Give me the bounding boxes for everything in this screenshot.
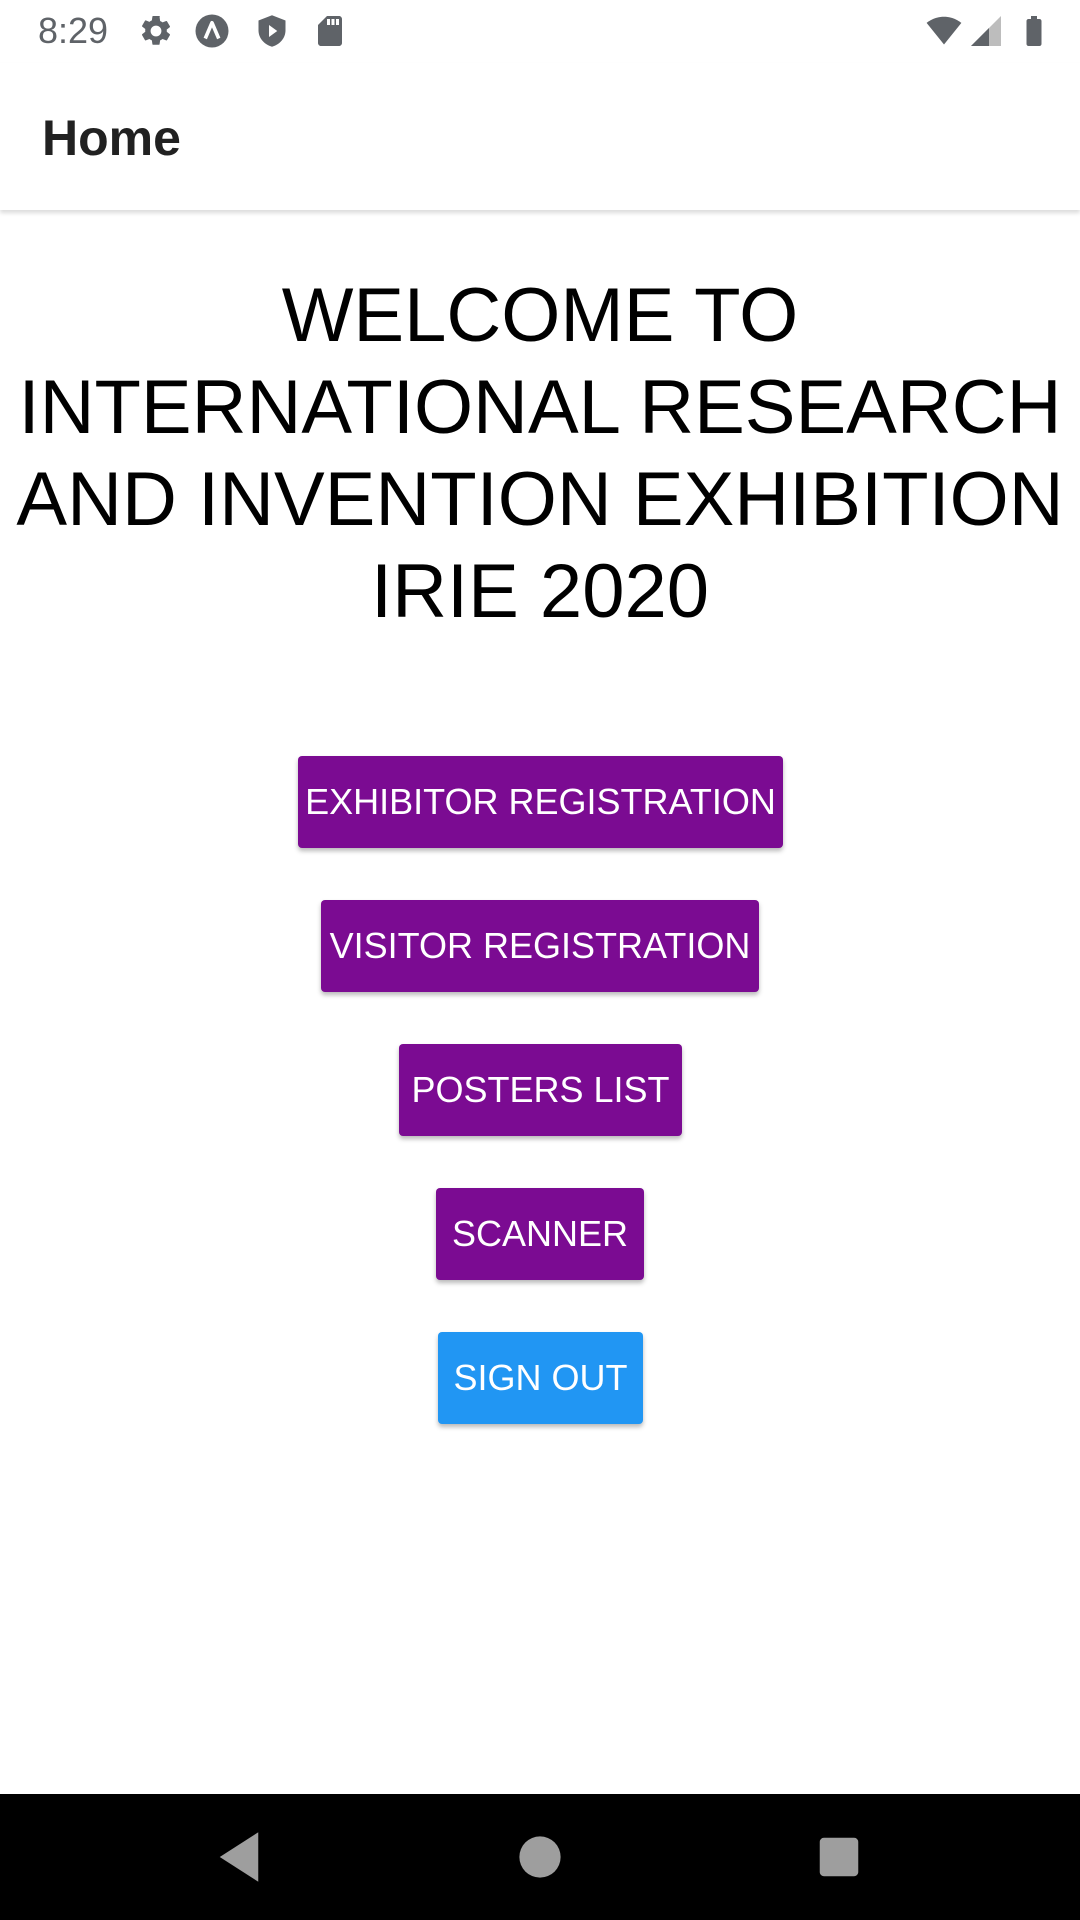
exhibitor-registration-button[interactable]: EXHIBITOR REGISTRATION bbox=[298, 756, 783, 848]
screen: 8:29 Home WELCOME TO INTERNATIONAL RESEA… bbox=[0, 0, 1080, 1920]
posters-list-button[interactable]: POSTERS LIST bbox=[399, 1044, 682, 1136]
visitor-registration-button[interactable]: VISITOR REGISTRATION bbox=[321, 900, 759, 992]
launcher-icon bbox=[195, 14, 229, 48]
shield-play-icon bbox=[258, 15, 286, 47]
cell-signal-icon bbox=[971, 16, 1001, 46]
welcome-line: WELCOME TO bbox=[281, 273, 799, 358]
status-bar: 8:29 bbox=[0, 0, 1080, 63]
sign-out-button[interactable]: SIGN OUT bbox=[438, 1332, 643, 1424]
welcome-line: INTERNATIONAL RESEARCH bbox=[18, 365, 1062, 450]
scanner-button[interactable]: SCANNER bbox=[436, 1188, 644, 1280]
navigation-bar bbox=[0, 1794, 1080, 1920]
wifi-icon bbox=[926, 16, 962, 45]
home-icon[interactable] bbox=[507, 1824, 573, 1890]
welcome-heading: WELCOME TO INTERNATIONAL RESEARCH AND IN… bbox=[0, 270, 1080, 638]
welcome-line: IRIE 2020 bbox=[371, 549, 709, 634]
welcome-line: AND INVENTION EXHIBITION bbox=[16, 457, 1064, 542]
recents-icon[interactable] bbox=[806, 1824, 872, 1890]
page-title: Home bbox=[42, 110, 181, 166]
settings-icon bbox=[141, 15, 171, 45]
app-bar: Home bbox=[0, 63, 1080, 210]
sd-card-icon bbox=[318, 16, 342, 46]
status-time: 8:29 bbox=[38, 10, 109, 51]
back-icon[interactable] bbox=[206, 1824, 272, 1890]
battery-icon bbox=[1026, 16, 1042, 46]
